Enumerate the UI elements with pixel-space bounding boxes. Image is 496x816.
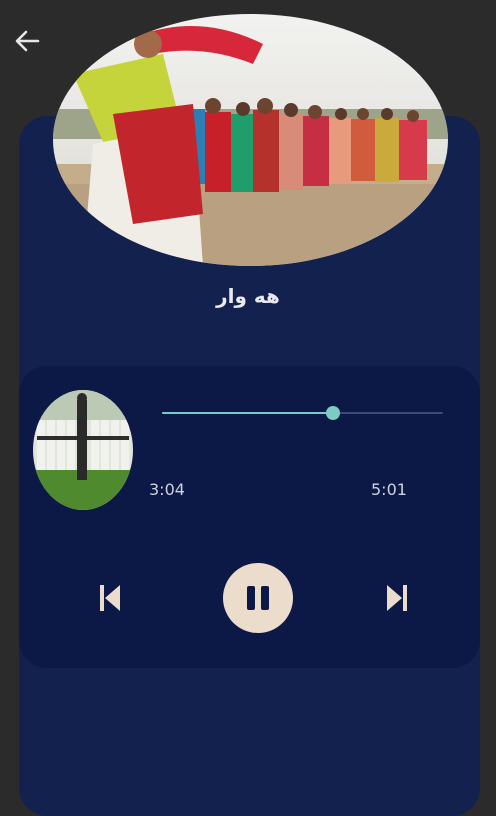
track-thumbnail xyxy=(33,390,133,510)
seek-bar-progress xyxy=(162,412,334,414)
album-cover xyxy=(53,14,448,266)
seek-bar-thumb[interactable] xyxy=(326,406,341,420)
previous-button[interactable] xyxy=(94,578,126,618)
total-time: 5:01 xyxy=(371,480,407,499)
arrow-left-icon xyxy=(15,30,40,52)
pause-button[interactable] xyxy=(223,563,293,633)
seek-bar[interactable] xyxy=(162,406,443,420)
pause-icon xyxy=(247,586,269,610)
current-time: 3:04 xyxy=(149,480,185,499)
skip-next-icon xyxy=(387,585,407,611)
next-button[interactable] xyxy=(381,578,413,618)
back-button[interactable] xyxy=(10,26,44,56)
skip-previous-icon xyxy=(100,585,120,611)
player-panel: 3:04 5:01 xyxy=(19,366,480,668)
song-title: هه وار xyxy=(216,284,280,308)
